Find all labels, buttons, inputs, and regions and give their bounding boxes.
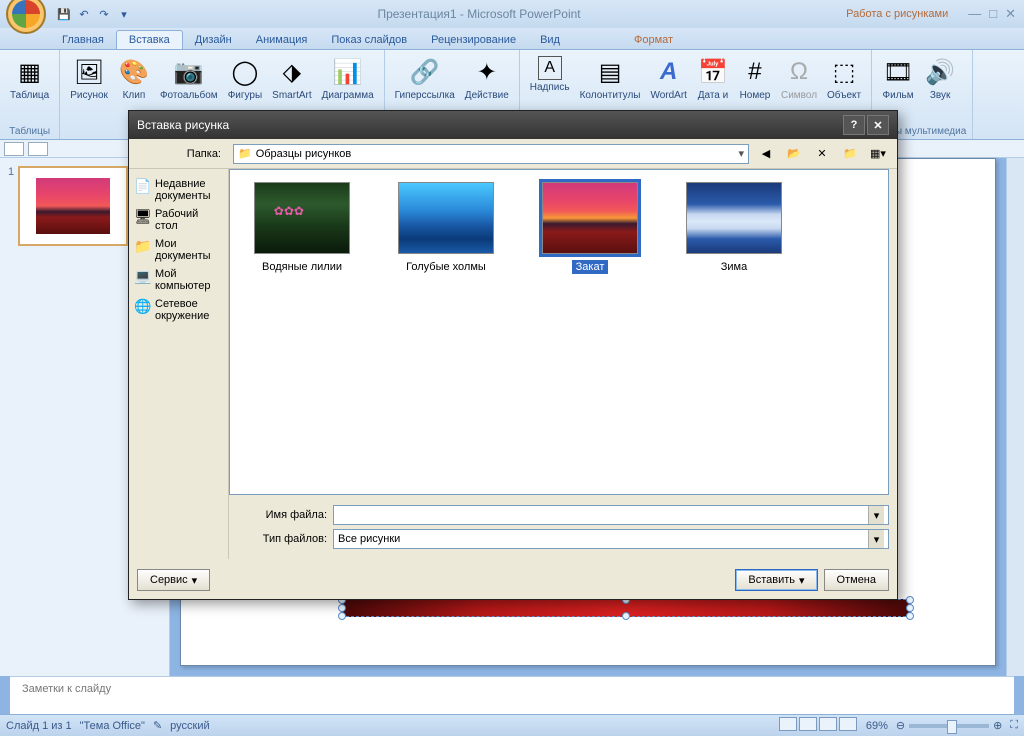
insert-button[interactable]: Вставить▾ [735, 569, 817, 591]
fit-window-button[interactable]: ⛶ [1010, 719, 1018, 732]
dialog-title: Вставка рисунка [137, 118, 841, 132]
quick-access-toolbar: 💾 ↶ ↷ ▾ [52, 6, 132, 22]
object-button[interactable]: ⬚Объект [823, 54, 865, 103]
folder-icon: 📁 [238, 147, 252, 160]
places-desktop[interactable]: 🖥Рабочий стол [133, 205, 224, 235]
tools-button[interactable]: Сервис▾ [137, 569, 210, 591]
insert-picture-dialog: Вставка рисунка ? ✕ Папка: 📁 Образцы рис… [128, 110, 898, 600]
help-button[interactable]: ? [843, 115, 865, 135]
resize-handle[interactable] [906, 604, 914, 612]
places-mycomp[interactable]: 💻Мой компьютер [133, 265, 224, 295]
tab-review[interactable]: Рецензирование [419, 31, 528, 49]
slide-thumbnail[interactable] [18, 166, 128, 246]
zoom-out-button[interactable]: ⊖ [896, 719, 905, 732]
tab-format[interactable]: Формат [622, 31, 685, 49]
file-item[interactable]: Водяные лилии [242, 182, 362, 274]
zoom-level[interactable]: 69% [866, 720, 888, 732]
file-list: Водяные лилии Голубые холмы Закат Зима [229, 169, 889, 495]
places-mydocs[interactable]: 📁Мои документы [133, 235, 224, 265]
clip-button[interactable]: 🎨Клип [114, 54, 154, 103]
tab-insert[interactable]: Вставка [116, 30, 183, 49]
dialog-titlebar[interactable]: Вставка рисунка ? ✕ [129, 111, 897, 139]
file-item[interactable]: Голубые холмы [386, 182, 506, 274]
photoalbum-button[interactable]: 📷Фотоальбом [156, 54, 222, 103]
up-one-level-button[interactable]: 📂 [783, 144, 805, 164]
folder-label: Папка: [137, 148, 227, 160]
places-bar: 📄Недавние документы 🖥Рабочий стол 📁Мои д… [129, 169, 229, 559]
redo-icon[interactable]: ↷ [96, 6, 112, 22]
chevron-down-icon[interactable]: ▾ [868, 530, 884, 548]
places-network[interactable]: 🌐Сетевое окружение [133, 295, 224, 325]
file-item-selected[interactable]: Закат [530, 182, 650, 274]
status-slide: Слайд 1 из 1 [6, 720, 72, 732]
close-button[interactable]: ✕ [1005, 6, 1016, 22]
chevron-down-icon[interactable]: ▾ [738, 147, 744, 160]
window-title: Презентация1 - Microsoft PowerPoint [132, 7, 826, 21]
shapes-button[interactable]: ◯Фигуры [224, 54, 266, 103]
hyperlink-button[interactable]: 🔗Гиперссылка [391, 54, 459, 103]
filename-input[interactable]: ▾ [333, 505, 889, 525]
cancel-button[interactable]: Отмена [824, 569, 889, 591]
qat-dropdown-icon[interactable]: ▾ [116, 6, 132, 22]
view-buttons[interactable] [778, 717, 858, 734]
movie-button[interactable]: 🎞Фильм [878, 54, 918, 103]
zoom-in-button[interactable]: ⊕ [993, 719, 1002, 732]
delete-button[interactable]: ✕ [811, 144, 833, 164]
table-button[interactable]: ▦Таблица [6, 54, 53, 103]
views-button[interactable]: ▦▾ [867, 144, 889, 164]
slide-number: 1 [8, 166, 14, 246]
resize-handle[interactable] [338, 612, 346, 620]
context-tab-title: Работа с рисунками [826, 8, 968, 20]
resize-handle[interactable] [906, 596, 914, 604]
resize-handle[interactable] [622, 612, 630, 620]
smartart-button[interactable]: ⬗SmartArt [268, 54, 315, 103]
tab-animation[interactable]: Анимация [244, 31, 320, 49]
slides-view-icon[interactable] [28, 142, 48, 156]
datetime-button[interactable]: 📅Дата и [693, 54, 733, 103]
outline-view-icon[interactable] [4, 142, 24, 156]
filetype-label: Тип файлов: [237, 533, 327, 545]
back-button[interactable]: ◀ [755, 144, 777, 164]
new-folder-button[interactable]: 📁 [839, 144, 861, 164]
status-bar: Слайд 1 из 1 "Тема Office" ✎ русский 69%… [0, 714, 1024, 736]
picture-button[interactable]: 🖼Рисунок [66, 54, 112, 103]
notes-pane[interactable]: Заметки к слайду [10, 676, 1014, 714]
maximize-button[interactable]: □ [989, 6, 997, 22]
chevron-down-icon[interactable]: ▾ [868, 506, 884, 524]
filetype-combo[interactable]: Все рисунки▾ [333, 529, 889, 549]
save-icon[interactable]: 💾 [56, 6, 72, 22]
spellcheck-icon[interactable]: ✎ [153, 719, 162, 732]
status-theme: "Тема Office" [80, 720, 145, 732]
ribbon-tabs: Главная Вставка Дизайн Анимация Показ сл… [0, 28, 1024, 50]
sound-button[interactable]: 🔊Звук [920, 54, 960, 103]
folder-combo[interactable]: 📁 Образцы рисунков ▾ [233, 144, 749, 164]
places-recent[interactable]: 📄Недавние документы [133, 175, 224, 205]
resize-handle[interactable] [338, 604, 346, 612]
tab-design[interactable]: Дизайн [183, 31, 244, 49]
textbox-button[interactable]: AНадпись [526, 54, 574, 103]
resize-handle[interactable] [906, 612, 914, 620]
status-language[interactable]: русский [170, 720, 209, 732]
tab-home[interactable]: Главная [50, 31, 116, 49]
selected-image[interactable] [341, 599, 911, 617]
wordart-button[interactable]: AWordArt [646, 54, 691, 103]
file-item[interactable]: Зима [674, 182, 794, 274]
filename-label: Имя файла: [237, 509, 327, 521]
symbol-button[interactable]: ΩСимвол [777, 54, 821, 103]
title-bar: 💾 ↶ ↷ ▾ Презентация1 - Microsoft PowerPo… [0, 0, 1024, 28]
vertical-scrollbar[interactable] [1006, 158, 1024, 676]
dialog-close-button[interactable]: ✕ [867, 115, 889, 135]
tab-view[interactable]: Вид [528, 31, 572, 49]
zoom-slider[interactable] [909, 724, 989, 728]
action-button[interactable]: ✦Действие [461, 54, 513, 103]
minimize-button[interactable]: — [968, 6, 981, 22]
slidenumber-button[interactable]: #Номер [735, 54, 775, 103]
chart-button[interactable]: 📊Диаграмма [318, 54, 378, 103]
tables-group-label: Таблицы [6, 126, 53, 137]
tab-slideshow[interactable]: Показ слайдов [319, 31, 419, 49]
headerfooter-button[interactable]: ▤Колонтитулы [576, 54, 645, 103]
undo-icon[interactable]: ↶ [76, 6, 92, 22]
